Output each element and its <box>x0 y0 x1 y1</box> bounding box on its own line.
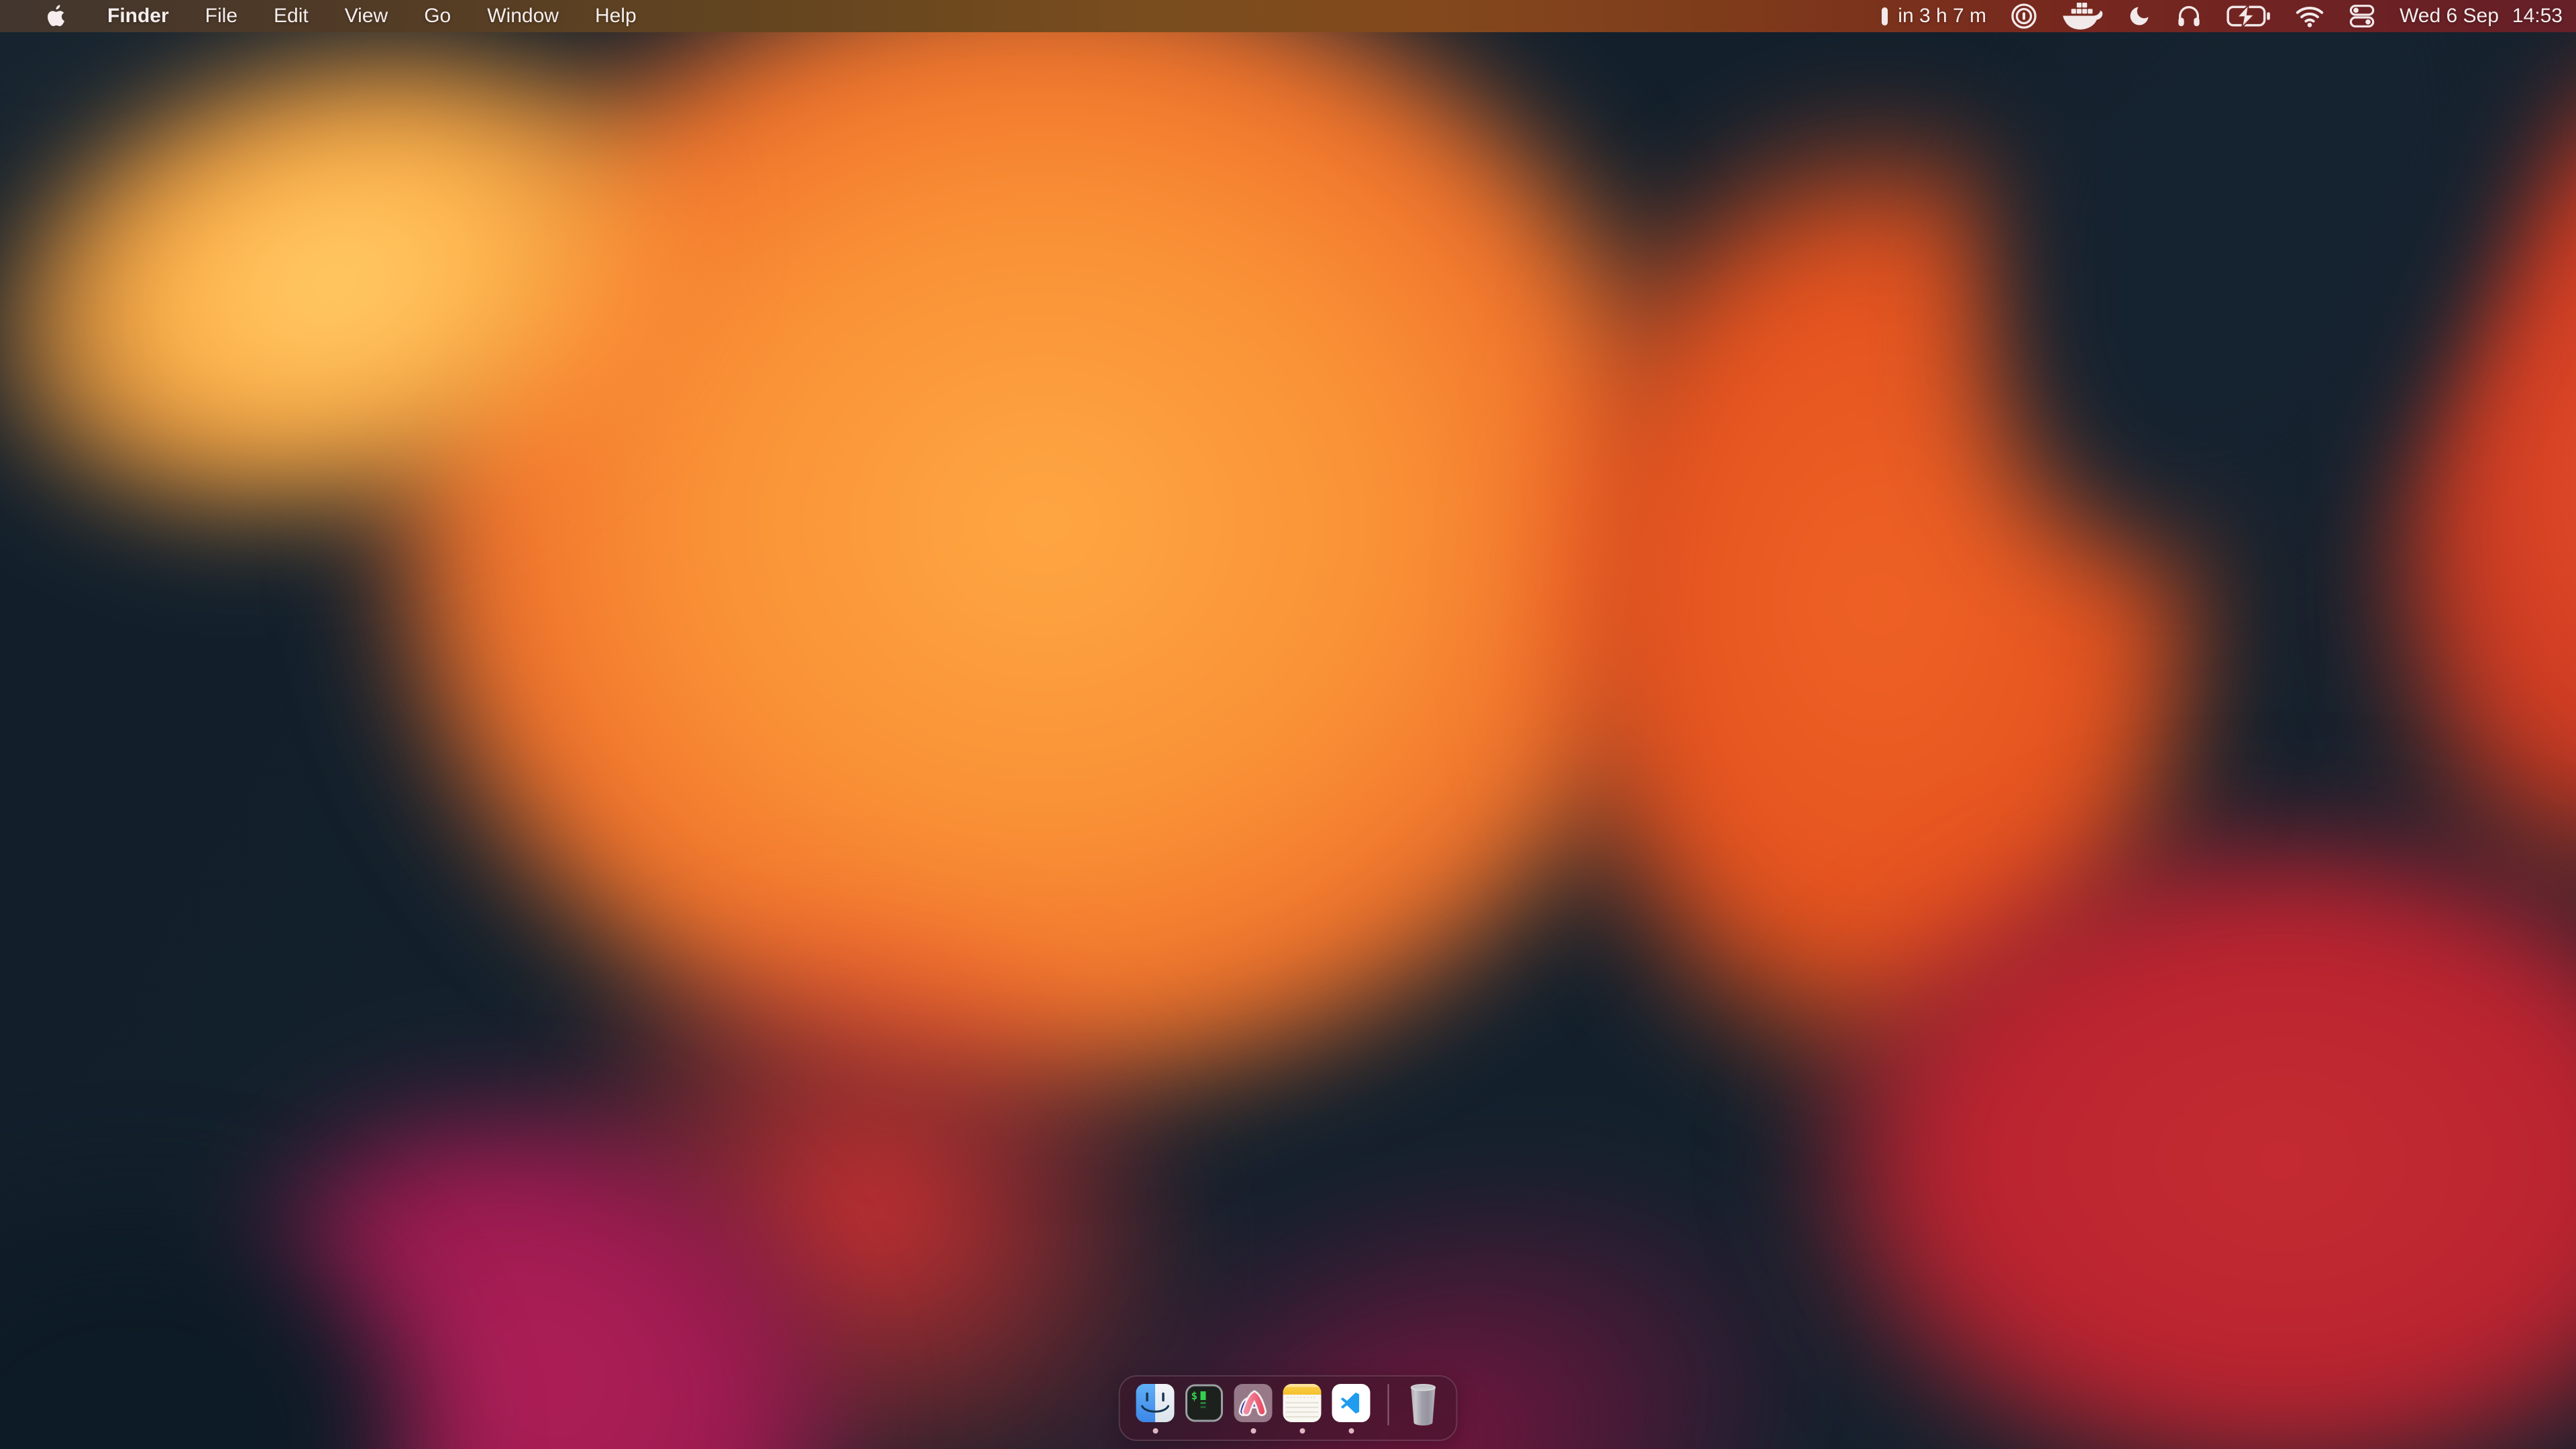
wallpaper-crimson-diagonal <box>223 586 1521 1449</box>
clock-time: 14:53 <box>2512 5 2563 28</box>
vscode-icon <box>1332 1384 1371 1422</box>
menu-help[interactable]: Help <box>577 0 655 32</box>
wallpaper-orange-main <box>121 0 1966 1328</box>
wallpaper-teal-corner <box>0 1060 604 1449</box>
wallpaper-magenta-bottom-left <box>0 764 1189 1449</box>
svg-text:$: $ <box>1191 1389 1198 1402</box>
status-battery[interactable] <box>2226 0 2271 32</box>
trash-icon <box>1405 1383 1442 1426</box>
status-docker[interactable] <box>2061 0 2103 32</box>
menu-bar: Finder File Edit View Go Window Help in … <box>0 0 2576 32</box>
docker-whale-icon <box>2061 2 2103 31</box>
timer-label: in 3 h 7 m <box>1898 5 1986 28</box>
wallpaper-orange-deep <box>1375 0 2381 1308</box>
running-indicator <box>1348 1428 1354 1434</box>
status-wifi[interactable] <box>2295 0 2324 32</box>
timer-pill-icon <box>1882 7 1888 25</box>
dock: $ <box>1119 1375 1458 1441</box>
dock-a-logo-app[interactable] <box>1234 1384 1273 1422</box>
wallpaper-red-right <box>2124 0 2576 1203</box>
dock-trash[interactable] <box>1405 1383 1442 1426</box>
menu-finder[interactable]: Finder <box>89 0 187 32</box>
dock-vscode[interactable] <box>1332 1384 1371 1422</box>
wallpaper-glow-top-left <box>0 0 912 743</box>
menu-edit[interactable]: Edit <box>256 0 327 32</box>
dock-finder[interactable] <box>1136 1384 1175 1422</box>
status-control-center[interactable] <box>2349 0 2375 32</box>
status-record-circle[interactable] <box>2010 0 2037 32</box>
terminal-icon: $ <box>1185 1384 1224 1422</box>
wallpaper-navy-top-left <box>0 0 604 402</box>
menu-file[interactable]: File <box>187 0 256 32</box>
menu-view[interactable]: View <box>327 0 406 32</box>
menu-bar-clock[interactable]: Wed 6 Sep 14:53 <box>2400 0 2563 32</box>
running-indicator <box>1152 1428 1158 1434</box>
apple-logo-icon <box>47 5 65 28</box>
status-audio[interactable] <box>2176 0 2202 32</box>
running-indicator <box>1299 1428 1305 1434</box>
notes-icon <box>1283 1384 1322 1422</box>
dock-separator <box>1388 1384 1389 1426</box>
control-center-icon <box>2349 3 2375 30</box>
running-indicator <box>1250 1428 1256 1434</box>
status-focus[interactable] <box>2127 0 2151 32</box>
status-timer[interactable]: in 3 h 7 m <box>1882 0 1986 32</box>
wallpaper-maroon-bottom-center <box>748 898 2103 1449</box>
menu-go[interactable]: Go <box>406 0 469 32</box>
wifi-icon <box>2295 2 2324 30</box>
a-logo-app-icon <box>1234 1384 1273 1422</box>
battery-charging-icon <box>2226 5 2271 27</box>
headphones-icon <box>2176 3 2202 30</box>
dock-terminal[interactable]: $ <box>1185 1384 1224 1422</box>
desktop: Finder File Edit View Go Window Help in … <box>0 0 2576 1449</box>
finder-icon <box>1136 1384 1175 1422</box>
apple-menu[interactable] <box>47 0 65 32</box>
record-circle-icon <box>2010 3 2037 30</box>
moon-focus-icon <box>2127 4 2151 28</box>
menu-bar-status-area: in 3 h 7 m <box>1882 0 2576 32</box>
menu-bar-left: Finder File Edit View Go Window Help <box>0 0 655 32</box>
dock-notes[interactable] <box>1283 1384 1322 1422</box>
wallpaper-crimson-bottom-right <box>1576 657 2576 1449</box>
wallpaper-navy-wedge <box>1660 0 2576 904</box>
clock-date: Wed 6 Sep <box>2400 5 2499 28</box>
menu-window[interactable]: Window <box>469 0 577 32</box>
